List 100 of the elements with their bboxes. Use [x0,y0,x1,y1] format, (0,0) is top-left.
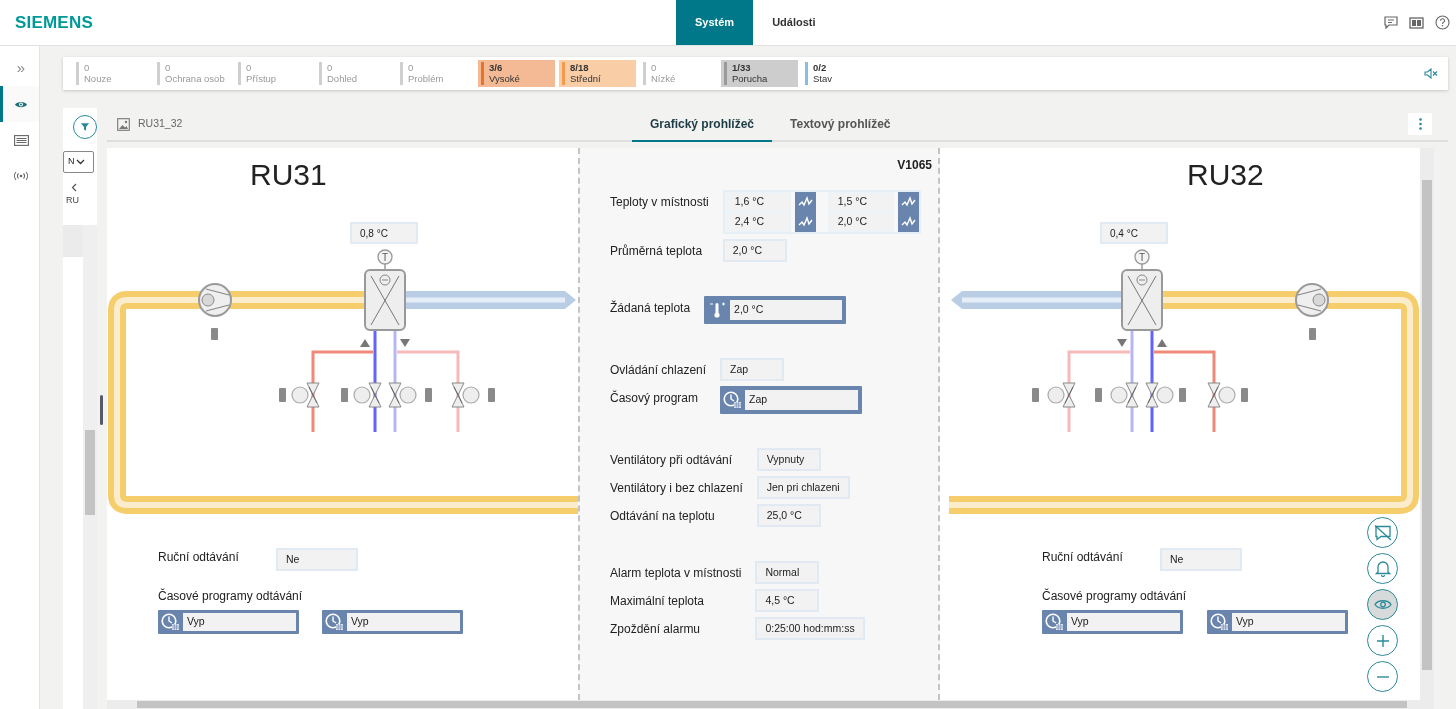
field-label: Alarm teplota v místnosti [610,565,742,582]
value-field: Normal [755,561,820,584]
field-label: Časové programy odtávání [158,587,303,605]
trend-button[interactable] [897,212,919,232]
schedule-control[interactable]: Vyp [1042,610,1183,634]
category-label: Stav [813,73,832,84]
value-field: Jen pri chlazeni [756,476,850,499]
field-label: Ovládání chlazení [610,362,707,379]
schedule-control[interactable]: Vyp [1207,610,1348,634]
trend-button[interactable] [794,212,816,232]
category-count: 3/6 [489,62,504,73]
schedule-control[interactable]: Zap [720,386,863,414]
viewer-title: RU31_32 [138,116,183,132]
category-label: Přístup [246,73,277,84]
field-label: Ruční odtávání [1042,549,1124,566]
trend-icon [900,216,916,228]
zoom-out-icon[interactable] [1367,661,1398,692]
filter-button[interactable] [73,115,97,139]
setpoint-value: 2,0 °C [730,300,843,320]
field-label: Žádaná teplota [610,299,691,317]
schedule-value: Vyp [1067,613,1180,631]
value-field: 25,0 °C [756,504,821,527]
dropdown-value: N [68,155,75,169]
category-count: 8/18 [570,62,590,73]
back-button[interactable] [71,183,77,192]
field-label: Maximální teplota [610,593,705,610]
more-menu-button[interactable] [1408,113,1432,135]
field-label: Zpoždění alarmu [610,621,701,638]
value-field: 2,0 °C [827,212,894,232]
category-label: Střední [570,73,601,84]
value-field: 1,6 °C [724,192,791,212]
value-field: Ne [276,548,358,571]
schedule-control[interactable]: Vyp [158,610,299,634]
field-label: Časové programy odtávání [1042,587,1187,605]
category-label: Porucha [732,73,768,84]
category-label: Nouze [84,73,112,84]
category-count: 0 [327,62,334,73]
expand-button[interactable]: » [0,50,39,86]
thermometer-icon [707,300,728,320]
category-count: 0 [408,62,415,73]
value-field: Ne [1160,548,1242,571]
scrollbar[interactable] [107,700,1434,709]
scrollbar[interactable] [83,225,97,709]
dropdown[interactable]: N [63,151,94,173]
schedule-value: Vyp [183,613,296,631]
setpoint-control[interactable]: 2,0 °C [704,296,847,324]
category-count: 0 [165,62,172,73]
category-count: 0 [651,62,658,73]
category-filter[interactable]: 1/33 Porucha [721,60,798,87]
trend-icon [900,196,916,208]
category-count: 0 [84,62,91,73]
panel-icon[interactable] [1409,16,1424,29]
sensor-label: T [381,251,389,263]
clock-icon [161,613,180,631]
category-label: Dohled [327,73,358,84]
scrollbar[interactable] [1420,148,1434,700]
image-icon [117,117,130,131]
schedule-value: Vyp [1232,613,1345,631]
value-field: 4,5 °C [755,589,820,612]
viewer-tab[interactable]: Textový prohlížeč [772,108,909,142]
unit-title: RU32 [1186,160,1265,190]
eye-icon[interactable] [0,86,39,122]
no-messages-icon[interactable] [1367,517,1398,548]
schedule-value: Vyp [347,613,460,631]
clock-icon [1210,613,1229,631]
field-label: Časový program [610,389,699,407]
mute-icon[interactable] [1424,68,1438,79]
help-icon[interactable] [1435,15,1450,30]
trend-icon [797,216,813,228]
value-field: Vypnuty [756,448,821,471]
category-filter[interactable]: 0/2 Stav [802,60,879,87]
field-label: Teploty v místnosti [610,194,709,211]
kebab-icon [1418,118,1422,130]
schedule-control[interactable]: Vyp [322,610,463,634]
trend-button[interactable] [794,192,816,212]
value-field: 0:25:00 hod:mm:ss [755,617,865,640]
category-count: 0 [246,62,253,73]
value-field: 2,4 °C [724,212,791,232]
field-label: Ruční odtávání [158,549,240,566]
category-filter[interactable]: 8/18 Střední [559,60,636,87]
trend-button[interactable] [897,192,919,212]
splitter-handle[interactable] [100,395,103,425]
category-count: 1/33 [732,62,752,73]
clock-icon [325,613,344,631]
bell-icon[interactable] [1367,553,1398,584]
temperature-field: 0,4 °C [1100,222,1168,244]
clock-icon [723,391,743,409]
nav-tab[interactable]: Události [753,0,835,45]
category-filter[interactable]: 3/6 Vysoké [478,60,555,87]
zoom-in-icon[interactable] [1367,625,1398,656]
category-label: Problém [408,73,444,84]
value-field: Zap [720,358,785,381]
eye-icon[interactable] [1367,589,1398,620]
field-label: Průměrná teplota [610,243,703,260]
viewer-tab[interactable]: Grafický prohlížeč [632,108,773,142]
value-field: 2,0 °C [722,239,787,262]
nav-tab[interactable]: Systém [676,0,754,45]
category-label: Vysoké [489,73,520,84]
chevron-down-icon [75,159,85,165]
messages-icon[interactable] [1384,16,1398,29]
